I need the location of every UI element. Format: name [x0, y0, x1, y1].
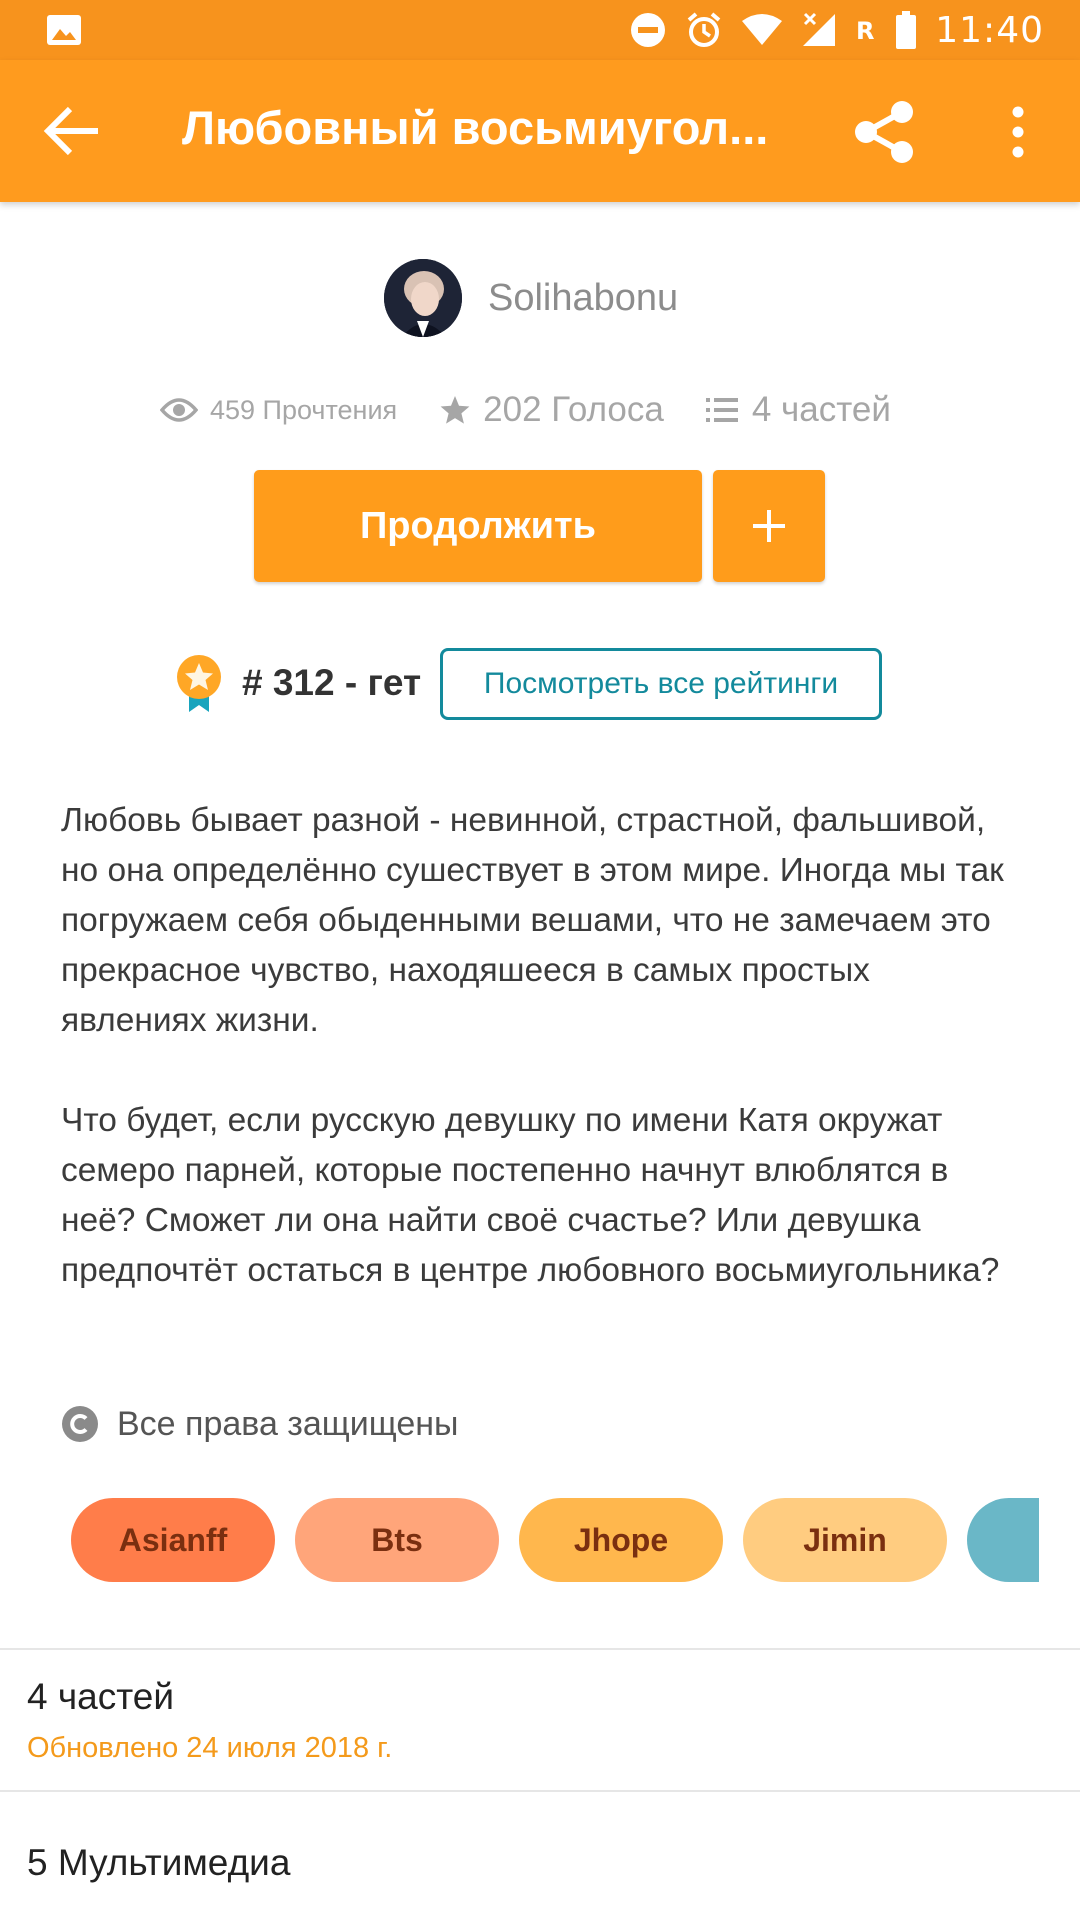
battery-icon	[896, 11, 917, 49]
status-bar: R 11:40	[0, 0, 1080, 60]
votes-count: 202 Голоса	[483, 390, 664, 429]
add-to-library-button[interactable]	[713, 470, 825, 582]
svg-text:R: R	[856, 17, 874, 45]
author-block[interactable]: Solihabonu	[384, 258, 678, 338]
parts-title[interactable]: 4 частей	[27, 1676, 174, 1718]
parts-count: 4 частей	[751, 390, 891, 429]
image-icon	[47, 15, 81, 45]
rank-text: # 312 - гет	[242, 662, 422, 703]
tag-chip[interactable]: Jimin	[743, 1498, 947, 1582]
parts-stat: 4 частей	[705, 390, 891, 430]
alarm-icon	[687, 12, 721, 47]
rank-medal-icon	[177, 655, 221, 712]
app-bar: Любовный восьмиугол...	[0, 60, 1080, 202]
divider	[0, 1790, 1080, 1792]
tag-chip[interactable]	[967, 1498, 1039, 1582]
tag-chip[interactable]: Asianff	[71, 1498, 275, 1582]
star-icon	[440, 396, 470, 424]
status-time: 11:40	[935, 9, 1044, 51]
wifi-icon	[742, 14, 783, 45]
votes-stat: 202 Голоса	[439, 390, 664, 430]
reads-count: 459 Прочтения	[210, 394, 398, 425]
do-not-disturb-icon	[631, 13, 666, 47]
story-stats: 459 Прочтения 202 Голоса 4 частей	[160, 382, 940, 438]
divider	[0, 1648, 1080, 1650]
media-section-title[interactable]: 5 Мультимедиа	[27, 1842, 290, 1884]
eye-icon	[160, 398, 198, 422]
more-vert-icon[interactable]	[1002, 104, 1034, 160]
tag-chip[interactable]: Bts	[295, 1498, 499, 1582]
author-name[interactable]: Solihabonu	[488, 277, 678, 320]
story-description: Любовь бывает разной - невинной, страстн…	[61, 796, 1021, 1296]
copyright-icon	[62, 1406, 98, 1442]
parts-updated-date: Обновлено 24 июля 2018 г.	[27, 1732, 393, 1764]
list-icon	[705, 398, 738, 422]
tag-chip[interactable]: Jhope	[519, 1498, 723, 1582]
back-arrow-icon[interactable]	[42, 104, 100, 158]
copyright-notice: Все права защищены	[61, 1400, 458, 1448]
tag-list: Asianff Bts Jhope Jimin	[71, 1498, 1039, 1582]
copyright-label: Все права защищены	[117, 1404, 459, 1443]
description-paragraph: Что будет, если русскую девушку по имени…	[61, 1102, 1000, 1289]
continue-reading-button[interactable]: Продолжить	[254, 470, 702, 582]
story-title: Любовный восьмиугол...	[182, 101, 769, 154]
roaming-icon: R	[856, 17, 874, 45]
share-icon[interactable]	[852, 100, 916, 164]
view-all-rankings-button[interactable]: Посмотреть все рейтинги	[440, 648, 882, 720]
signal-icon	[803, 12, 836, 46]
plus-icon	[753, 510, 785, 542]
reads-stat: 459 Прочтения	[160, 395, 397, 426]
avatar[interactable]	[384, 259, 462, 337]
description-paragraph: Любовь бывает разной - невинной, страстн…	[61, 802, 1004, 1039]
